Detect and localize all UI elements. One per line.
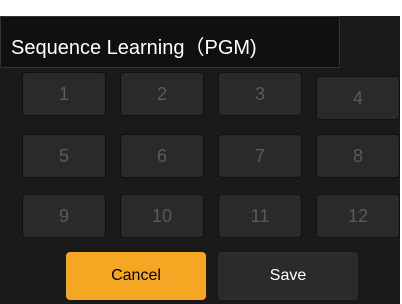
top-edge [0, 0, 402, 16]
sequence-slot-7[interactable]: 7 [218, 134, 302, 178]
sequence-slot-1[interactable]: 1 [22, 72, 106, 116]
dialog-title-bar: Sequence Learning（PGM) [0, 16, 340, 68]
sequence-slot-5[interactable]: 5 [22, 134, 106, 178]
sequence-slot-2[interactable]: 2 [120, 72, 204, 116]
sequence-slot-10[interactable]: 10 [120, 194, 204, 238]
sequence-learning-dialog: Sequence Learning（PGM) 1 2 3 4 5 6 7 8 9… [0, 0, 402, 304]
sequence-slot-3[interactable]: 3 [218, 72, 302, 116]
cancel-button[interactable]: Cancel [66, 252, 206, 300]
sequence-slot-11[interactable]: 11 [218, 194, 302, 238]
dialog-title: Sequence Learning（PGM) [11, 37, 257, 59]
sequence-slot-8[interactable]: 8 [316, 134, 400, 178]
sequence-slot-9[interactable]: 9 [22, 194, 106, 238]
sequence-slot-12[interactable]: 12 [316, 194, 400, 238]
save-button[interactable]: Save [218, 252, 358, 300]
sequence-slot-6[interactable]: 6 [120, 134, 204, 178]
sequence-slot-4[interactable]: 4 [316, 76, 400, 120]
